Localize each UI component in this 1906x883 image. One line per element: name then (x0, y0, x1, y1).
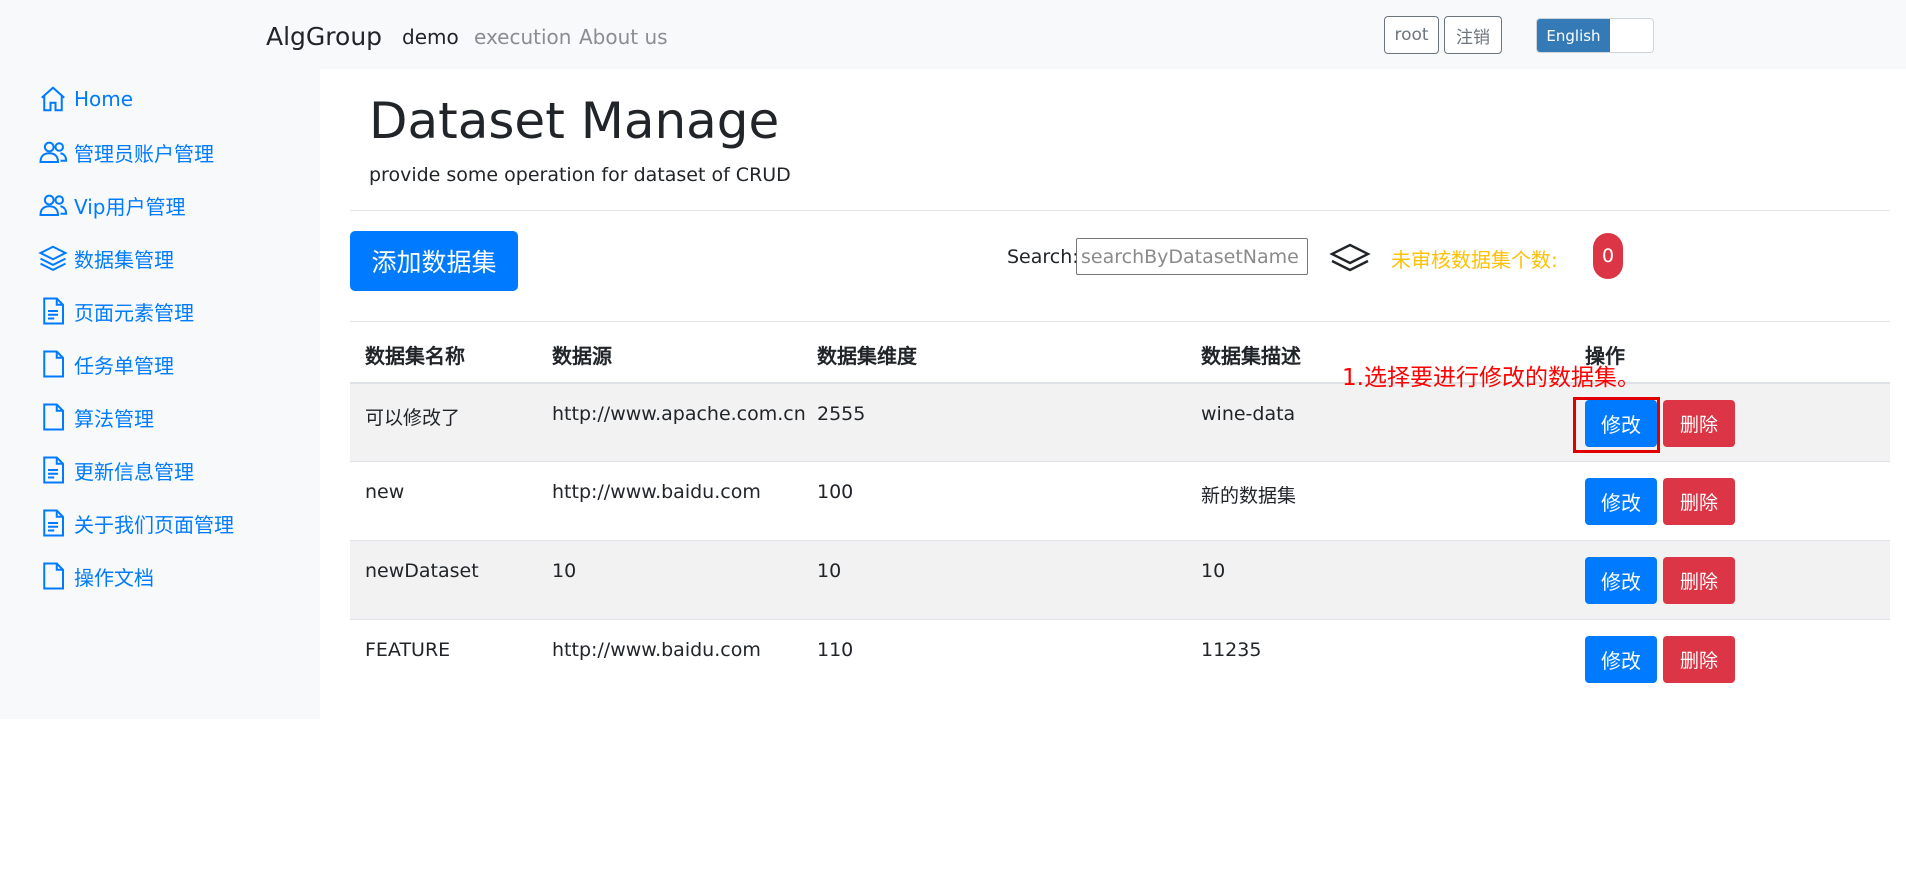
layers-icon (38, 245, 68, 271)
delete-button[interactable]: 删除 (1663, 636, 1735, 683)
cell-dimension: 100 (817, 481, 854, 503)
sidebar-item-datasets[interactable]: 数据集管理 (38, 241, 174, 275)
cell-description: 10 (1201, 560, 1226, 582)
table-row: newDataset 10 10 10 修改 删除 (350, 540, 1890, 619)
logout-button[interactable]: 注销 (1444, 16, 1502, 54)
cell-source: http://www.baidu.com (552, 481, 761, 503)
language-toggle[interactable]: English (1536, 18, 1654, 53)
nav-link-execution[interactable]: execution (474, 25, 571, 49)
page-subtitle: provide some operation for dataset of CR… (369, 164, 791, 186)
brand-logo[interactable]: AlgGroup (266, 22, 382, 51)
nav-link-demo[interactable]: demo (402, 25, 459, 49)
layers-icon[interactable] (1329, 241, 1371, 277)
sidebar-item-page-elements[interactable]: 页面元素管理 (38, 294, 194, 328)
sidebar-item-label: 页面元素管理 (74, 300, 194, 325)
cell-name: new (365, 481, 405, 503)
table-row: FEATURE http://www.baidu.com 110 11235 修… (350, 619, 1890, 698)
sidebar: Home 管理员账户管理 Vip用户管理 数据集管理 页面元素管理 任务单管理 … (0, 69, 320, 719)
column-header-source: 数据源 (552, 344, 612, 368)
file-icon (43, 350, 64, 378)
page-title: Dataset Manage (369, 92, 780, 150)
house-icon (41, 86, 65, 112)
file-text-icon (43, 456, 64, 484)
sidebar-item-label: 算法管理 (74, 406, 154, 431)
sidebar-item-label: 任务单管理 (74, 353, 174, 378)
search-input[interactable] (1076, 238, 1308, 275)
file-icon (43, 562, 64, 590)
sidebar-item-label: 更新信息管理 (74, 459, 194, 484)
file-text-icon (43, 297, 64, 325)
pending-count-badge[interactable]: 0 (1593, 233, 1623, 279)
cell-name: FEATURE (365, 639, 451, 661)
cell-dimension: 10 (817, 560, 842, 582)
sidebar-item-admin-accounts[interactable]: 管理员账户管理 (38, 135, 214, 169)
delete-button[interactable]: 删除 (1663, 478, 1735, 525)
delete-button[interactable]: 删除 (1663, 400, 1735, 447)
language-label: English (1537, 19, 1610, 52)
sidebar-item-label: 关于我们页面管理 (74, 512, 234, 537)
edit-button[interactable]: 修改 (1585, 557, 1657, 604)
divider (350, 321, 1890, 322)
sidebar-item-label: Vip用户管理 (74, 194, 186, 219)
cell-source: http://www.baidu.com (552, 639, 761, 661)
cell-dimension: 2555 (817, 403, 866, 425)
column-header-dimension: 数据集维度 (817, 344, 917, 368)
people-icon (39, 141, 68, 163)
sidebar-item-label: 管理员账户管理 (74, 141, 214, 166)
delete-button[interactable]: 删除 (1663, 557, 1735, 604)
cell-description: wine-data (1201, 403, 1296, 425)
people-icon (39, 194, 68, 216)
sidebar-item-about-page[interactable]: 关于我们页面管理 (38, 506, 234, 540)
cell-name: newDataset (365, 560, 479, 582)
search-label: Search: (1007, 246, 1079, 268)
sidebar-item-updates[interactable]: 更新信息管理 (38, 453, 194, 487)
sidebar-item-label: 操作文档 (74, 565, 154, 590)
cell-dimension: 110 (817, 639, 854, 661)
cell-name: 可以修改了 (365, 407, 461, 429)
sidebar-item-label: Home (74, 87, 134, 111)
pending-datasets-label: 未审核数据集个数: (1391, 248, 1558, 272)
add-dataset-button[interactable]: 添加数据集 (350, 231, 518, 291)
divider (350, 210, 1890, 211)
column-header-name: 数据集名称 (365, 344, 465, 368)
sidebar-item-label: 数据集管理 (74, 247, 174, 272)
sidebar-item-docs[interactable]: 操作文档 (38, 559, 154, 593)
annotation-highlight-box (1573, 397, 1660, 453)
column-header-description: 数据集描述 (1201, 344, 1301, 368)
cell-source: http://www.apache.com.cn (552, 403, 806, 425)
nav-link-about[interactable]: About us (579, 25, 668, 49)
edit-button[interactable]: 修改 (1585, 478, 1657, 525)
cell-description: 11235 (1201, 639, 1262, 661)
top-navbar: AlgGroup demo execution About us root 注销… (0, 0, 1906, 69)
sidebar-item-tasks[interactable]: 任务单管理 (38, 347, 174, 381)
sidebar-item-vip-users[interactable]: Vip用户管理 (38, 188, 186, 222)
cell-source: 10 (552, 560, 577, 582)
edit-button[interactable]: 修改 (1585, 636, 1657, 683)
sidebar-item-algorithms[interactable]: 算法管理 (38, 400, 154, 434)
file-text-icon (43, 509, 64, 537)
user-button[interactable]: root (1384, 16, 1439, 54)
sidebar-item-home[interactable]: Home (38, 82, 133, 116)
file-icon (43, 403, 64, 431)
table-row: new http://www.baidu.com 100 新的数据集 修改 删除 (350, 461, 1890, 540)
annotation-text: 1.选择要进行修改的数据集。 (1342, 365, 1640, 391)
cell-description: 新的数据集 (1201, 485, 1297, 507)
